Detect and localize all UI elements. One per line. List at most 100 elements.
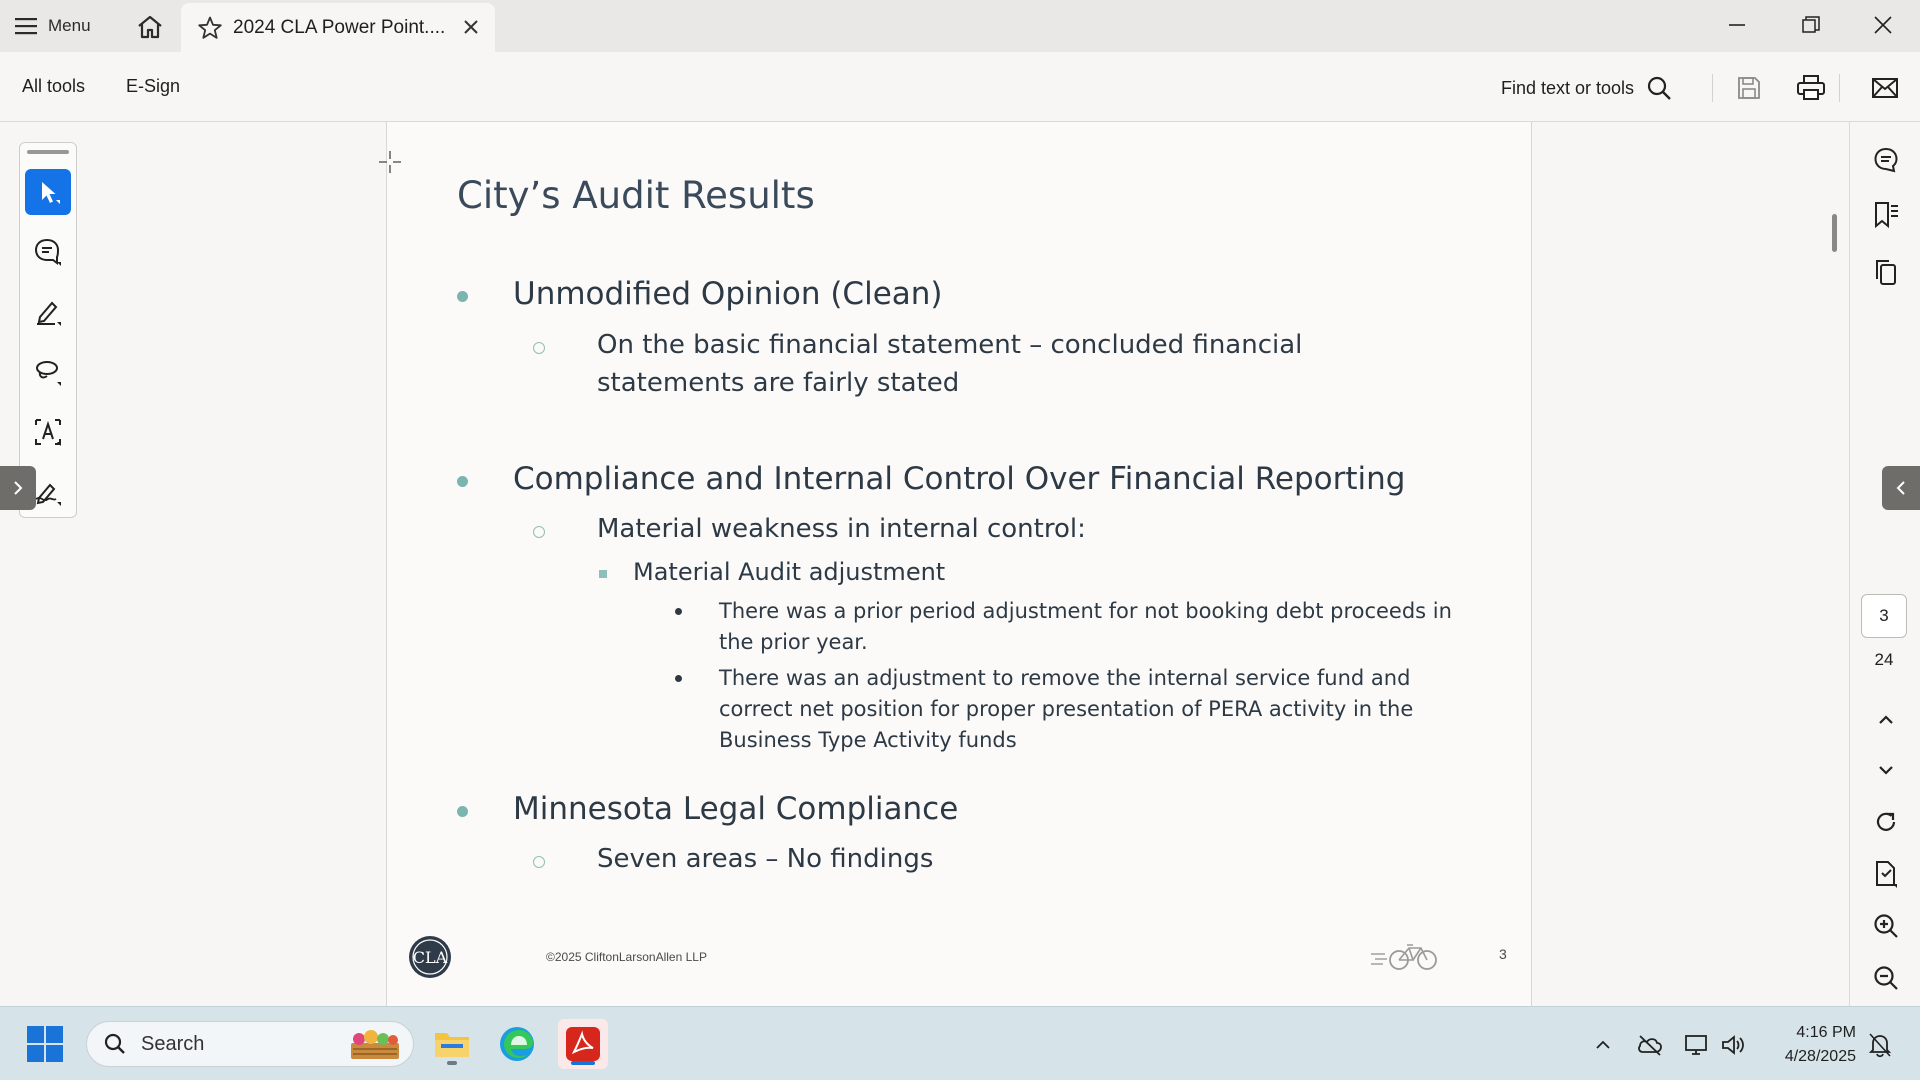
clock-time: 4:16 PM (1796, 1024, 1856, 1041)
app-active-indicator (571, 1061, 595, 1065)
previous-page-button[interactable] (1868, 702, 1904, 738)
lasso-draw-icon (36, 361, 61, 386)
cla-logo: CLA (409, 936, 451, 978)
gift-basket-icon (351, 1030, 399, 1059)
right-panel-rail (1849, 122, 1920, 1006)
total-pages: 24 (1874, 650, 1894, 669)
cloud-offline-icon (1638, 1035, 1662, 1056)
comment-icon (34, 238, 61, 266)
acrobat-app[interactable] (558, 1019, 608, 1069)
print-button[interactable] (1795, 72, 1827, 104)
divider (1839, 74, 1840, 102)
bullet-circle (533, 526, 545, 538)
document-tab[interactable]: 2024 CLA Power Point.... (181, 3, 495, 52)
page-tools-button[interactable] (1868, 856, 1904, 892)
bullet-circle (533, 856, 545, 868)
title-bar: Menu 2024 CLA Power Point.... (0, 0, 1920, 52)
edge-browser-app[interactable] (492, 1019, 542, 1069)
save-icon (1738, 77, 1760, 99)
acrobat-pdf-icon (566, 1027, 600, 1061)
home-icon (138, 15, 162, 39)
bullet-circle (533, 342, 545, 354)
comments-panel-icon (1874, 147, 1898, 173)
chevron-right-icon (14, 481, 23, 495)
comment-tool[interactable] (25, 229, 71, 275)
folder-icon (435, 1033, 469, 1057)
system-clock[interactable]: 4:16 PM 4/28/2025 (1766, 1021, 1856, 1069)
zoom-out-icon (1874, 966, 1898, 990)
show-hidden-icons-button[interactable] (1589, 1031, 1617, 1059)
close-window-button[interactable] (1861, 8, 1905, 42)
vertical-scrollbar-thumb[interactable] (1832, 214, 1837, 252)
bullet-dot (457, 476, 468, 487)
draw-tool[interactable] (25, 349, 71, 395)
taskbar: Search 4:16 PM 4/28/2025 (0, 1006, 1920, 1080)
volume-tray[interactable] (1719, 1031, 1747, 1059)
zoom-in-icon (1874, 914, 1898, 938)
sign-icon (35, 483, 61, 506)
network-icon (1685, 1035, 1707, 1055)
taskbar-search[interactable]: Search (86, 1021, 414, 1067)
collapse-right-panel-button[interactable] (1882, 466, 1920, 510)
minimize-icon (1729, 24, 1745, 26)
windows-start-icon[interactable] (26, 1025, 64, 1063)
cursor-crosshair-icon (379, 151, 401, 173)
next-page-button[interactable] (1868, 752, 1904, 788)
bookmarks-panel-button[interactable] (1868, 197, 1904, 233)
bullet-dot (675, 675, 682, 682)
notification-bell-icon (1868, 1033, 1892, 1058)
text-recognition-icon (35, 419, 61, 446)
all-tools-link[interactable]: All tools (22, 76, 85, 97)
rail-grip[interactable] (27, 150, 69, 154)
expand-left-panel-button[interactable] (0, 466, 36, 510)
app-running-indicator (447, 1061, 457, 1065)
email-button[interactable] (1869, 72, 1901, 104)
search-icon (1647, 76, 1671, 100)
mail-icon (1872, 78, 1898, 98)
menu-button[interactable]: Menu (14, 10, 91, 42)
star-icon[interactable] (197, 15, 223, 41)
logo-text: CLA (413, 948, 448, 967)
chevron-left-icon (1896, 481, 1905, 495)
bookmark-icon (1875, 202, 1898, 229)
select-tool[interactable] (25, 169, 71, 215)
bullet-dot (457, 291, 468, 302)
notifications-button[interactable] (1866, 1031, 1894, 1059)
chevron-down-icon (1879, 766, 1893, 775)
quick-tools-rail (19, 142, 77, 518)
file-explorer-app[interactable] (427, 1019, 477, 1069)
close-tab-icon[interactable] (461, 17, 481, 37)
find-text-or-tools[interactable]: Find text or tools (1501, 74, 1672, 102)
add-text-tool[interactable] (25, 409, 71, 455)
divider (1712, 74, 1713, 102)
bullet-square (599, 570, 607, 578)
chevron-up-icon (1596, 1040, 1610, 1049)
restore-icon (1802, 16, 1820, 33)
zoom-out-button[interactable] (1868, 960, 1904, 996)
command-bar: All tools E-Sign Find text or tools (0, 52, 1920, 122)
home-button[interactable] (134, 11, 166, 43)
zoom-in-button[interactable] (1868, 908, 1904, 944)
restore-button[interactable] (1789, 8, 1833, 42)
onedrive-tray[interactable] (1636, 1031, 1664, 1059)
tab-title: 2024 CLA Power Point.... (233, 16, 446, 38)
select-icon (42, 182, 60, 204)
save-button[interactable] (1733, 72, 1765, 104)
esign-link[interactable]: E-Sign (126, 76, 180, 97)
current-page-input[interactable]: 3 (1861, 594, 1907, 638)
comments-panel-button[interactable] (1868, 142, 1904, 178)
print-icon (1797, 75, 1825, 100)
highlight-tool[interactable] (25, 289, 71, 335)
find-label: Find text or tools (1501, 77, 1635, 98)
network-tray[interactable] (1683, 1031, 1711, 1059)
minimize-button[interactable] (1715, 8, 1759, 42)
edge-icon (500, 1027, 534, 1061)
slide-title: City’s Audit Results (457, 174, 815, 217)
search-label: Search (141, 1032, 205, 1055)
bullet-dot (675, 608, 682, 615)
pages-panel-button[interactable] (1868, 254, 1904, 290)
document-page[interactable]: City’s Audit Results Unmodified Opinion … (386, 122, 1532, 1006)
refresh-button[interactable] (1868, 804, 1904, 840)
hamburger-icon (15, 18, 37, 35)
close-icon (1874, 16, 1892, 34)
